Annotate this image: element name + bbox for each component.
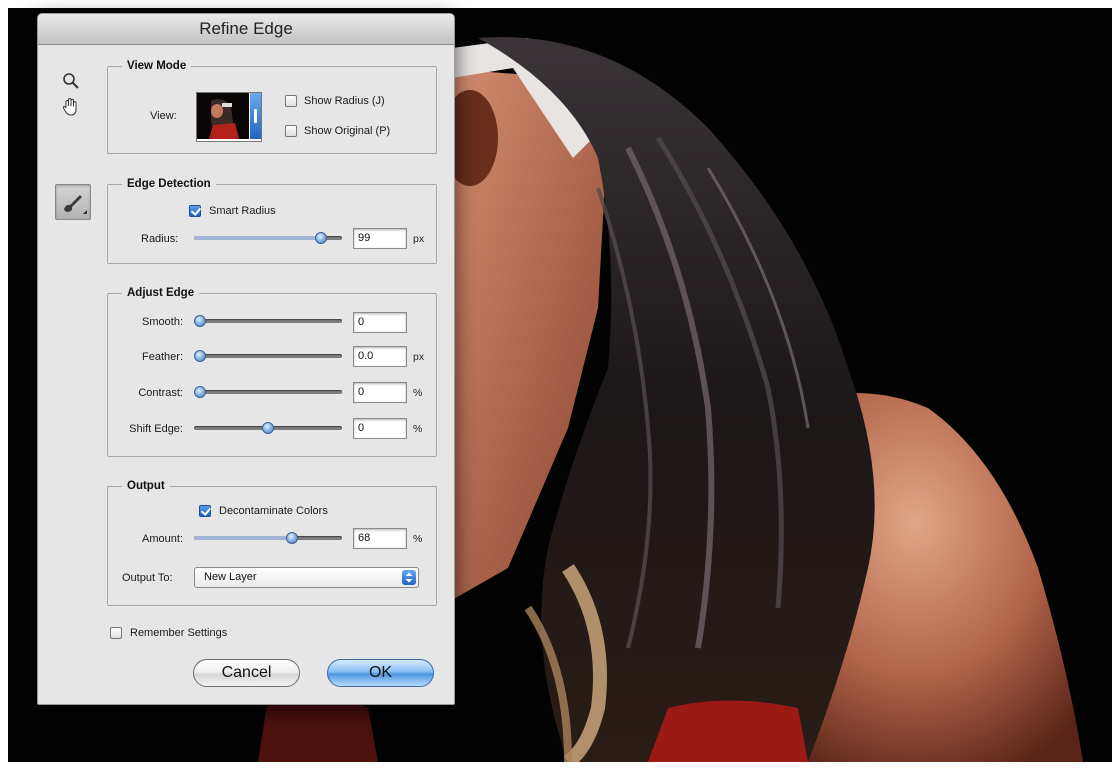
refine-edge-dialog: Refine Edge View Mode View: Show Radius … [37,13,455,705]
decontaminate-colors-label: Decontaminate Colors [219,505,328,517]
feather-input[interactable]: 0.0 [353,346,407,367]
feather-slider-thumb[interactable] [194,350,206,362]
contrast-slider[interactable] [194,385,342,399]
shift-edge-input[interactable]: 0 [353,418,407,439]
ok-button[interactable]: OK [327,659,434,687]
remember-settings-checkbox[interactable] [110,627,122,639]
output-to-value: New Layer [204,571,257,583]
output-to-select[interactable]: New Layer [194,567,419,588]
feather-slider[interactable] [194,349,342,363]
view-dropdown-arrow[interactable] [250,93,261,139]
radius-label: Radius: [141,233,179,245]
adjust-edge-legend: Adjust Edge [127,287,195,299]
amount-slider[interactable] [194,531,342,545]
edge-detection-legend: Edge Detection [127,178,211,190]
view-thumbnail-dropdown[interactable] [196,92,262,142]
view-mode-group: View Mode [107,60,437,154]
remember-settings-label: Remember Settings [130,627,228,639]
smooth-label: Smooth: [142,316,183,328]
amount-unit: % [413,533,423,545]
contrast-slider-thumb[interactable] [194,386,206,398]
hand-icon[interactable] [60,96,82,118]
shift-edge-label: Shift Edge: [129,423,183,435]
smooth-slider[interactable] [194,314,342,328]
zoom-icon[interactable] [60,70,82,92]
decontaminate-colors-checkbox[interactable] [199,505,211,517]
dialog-title: Refine Edge [38,14,454,45]
shift-edge-unit: % [413,423,423,435]
radius-slider[interactable] [194,231,342,245]
shift-edge-slider[interactable] [194,421,342,435]
smart-radius-label: Smart Radius [209,205,276,217]
view-label: View: [150,110,177,122]
contrast-label: Contrast: [138,387,183,399]
view-thumbnail-image [197,93,249,139]
radius-unit: px [413,233,425,245]
amount-label: Amount: [142,533,183,545]
smart-radius-checkbox[interactable] [189,205,201,217]
show-radius-checkbox[interactable] [285,95,297,107]
refine-radius-brush-icon[interactable] [55,184,91,220]
smooth-slider-thumb[interactable] [194,315,206,327]
feather-unit: px [413,351,425,363]
amount-slider-thumb[interactable] [286,532,299,544]
contrast-unit: % [413,387,423,399]
chevron-updown-icon [402,570,416,585]
shift-edge-slider-thumb[interactable] [262,422,274,434]
radius-slider-thumb[interactable] [315,232,328,244]
edge-detection-group: Edge Detection [107,178,437,264]
show-radius-label: Show Radius (J) [304,95,385,107]
cancel-button[interactable]: Cancel [193,659,300,687]
radius-input[interactable]: 99 [353,228,407,249]
smooth-input[interactable]: 0 [353,312,407,333]
show-original-label: Show Original (P) [304,125,391,137]
output-legend: Output [127,480,165,492]
view-mode-legend: View Mode [127,60,187,72]
amount-input[interactable]: 68 [353,528,407,549]
show-original-checkbox[interactable] [285,125,297,137]
feather-label: Feather: [142,351,183,363]
contrast-input[interactable]: 0 [353,382,407,403]
output-to-label: Output To: [122,572,173,584]
